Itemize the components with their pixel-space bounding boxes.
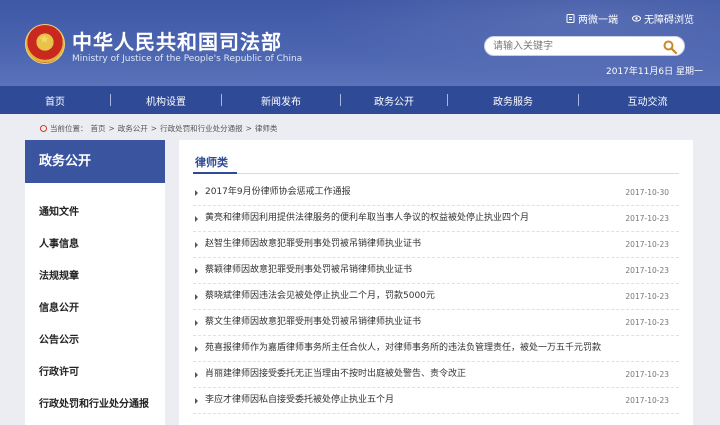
main-nav: 首页 机构设置 新闻发布 政务公开 政务服务 互动交流	[0, 86, 720, 114]
current-date: 2017年11月6日 星期一	[606, 67, 703, 77]
bullet-icon	[195, 190, 198, 196]
news-title[interactable]: 蔡颖律师因故意犯罪受刑事处罚被吊销律师执业证书	[193, 258, 679, 283]
bullet-icon	[195, 216, 198, 222]
mobile-link-label: 两微一端	[578, 14, 618, 26]
news-title[interactable]: 蔡晓斌律师因违法会见被处停止执业二个月，罚款5000元	[193, 284, 679, 309]
news-date: 2017-10-23	[625, 240, 669, 249]
breadcrumb: 当前位置： 首页 > 政务公开 > 行政处罚和行业处分通报 > 律师类	[40, 122, 277, 134]
sidebar-item-information[interactable]: 信息公开	[25, 293, 165, 325]
bullet-icon	[195, 268, 198, 274]
sidebar-item-regulations[interactable]: 法规规章	[25, 261, 165, 293]
bullet-icon	[195, 346, 198, 352]
news-date: 2017-10-30	[625, 188, 669, 197]
site-subtitle: Ministry of Justice of the People's Repu…	[72, 54, 303, 64]
list-item[interactable]: 苑喜报律师作为嘉盾律师事务所主任合伙人，对律师事务所的违法负管理责任，被处一万五…	[193, 336, 679, 362]
eye-icon	[632, 14, 641, 22]
breadcrumb-separator: >	[150, 123, 158, 133]
news-title[interactable]: 苑喜报律师作为嘉盾律师事务所主任合伙人，对律师事务所的违法负管理责任，被处一万五…	[193, 336, 679, 361]
sidebar-title: 政务公开	[25, 140, 165, 183]
nav-services[interactable]: 政务服务	[448, 93, 578, 108]
sidebar-item-announcements[interactable]: 公告公示	[25, 325, 165, 357]
section-title: 律师类	[195, 156, 228, 169]
search-input[interactable]	[493, 38, 653, 54]
news-title[interactable]: 肖丽建律师因接受委托无正当理由不按时出庭被处警告、责令改正	[193, 362, 679, 387]
breadcrumb-government-affairs[interactable]: 政务公开	[118, 123, 148, 134]
nav-organization[interactable]: 机构设置	[111, 93, 221, 108]
sidebar-item-licensing[interactable]: 行政许可	[25, 357, 165, 389]
list-item[interactable]: 2017年9月份律师协会惩戒工作通报 2017-10-30	[193, 180, 679, 206]
list-item[interactable]: 蔡晓斌律师因违法会见被处停止执业二个月，罚款5000元 2017-10-23	[193, 284, 679, 310]
section-divider-accent	[193, 172, 237, 174]
accessibility-link-label: 无障碍浏览	[644, 14, 694, 26]
nav-news[interactable]: 新闻发布	[222, 93, 340, 108]
site-header: ★ 中华人民共和国司法部 Ministry of Justice of the …	[0, 0, 720, 86]
bullet-icon	[195, 294, 198, 300]
news-title[interactable]: 李应才律师因私自接受委托被处停止执业五个月	[193, 388, 679, 413]
breadcrumb-home[interactable]: 首页	[91, 123, 106, 134]
breadcrumb-penalty-notices[interactable]: 行政处罚和行业处分通报	[160, 123, 243, 134]
news-title[interactable]: 黄亮和律师因利用提供法律服务的便利牟取当事人争议的权益被处停止执业四个月	[193, 206, 679, 231]
breadcrumb-lawyers[interactable]: 律师类	[255, 123, 278, 134]
news-date: 2017-10-23	[625, 370, 669, 379]
content-panel: 律师类 2017年9月份律师协会惩戒工作通报 2017-10-30 黄亮和律师因利…	[179, 140, 693, 425]
news-date: 2017-10-23	[625, 214, 669, 223]
section-divider	[193, 173, 679, 174]
list-item[interactable]: 李应才律师因私自接受委托被处停止执业五个月 2017-10-23	[193, 388, 679, 414]
accessibility-link[interactable]: 无障碍浏览	[632, 11, 694, 26]
bullet-icon	[195, 320, 198, 326]
sidebar-menu: 通知文件 人事信息 法规规章 信息公开 公告公示 行政许可 行政处罚和行业处分通…	[25, 183, 165, 421]
list-item[interactable]: 赵智生律师因故意犯罪受刑事处罚被吊销律师执业证书 2017-10-23	[193, 232, 679, 258]
list-item[interactable]: 蔡文生律师因故意犯罪受刑事处罚被吊销律师执业证书 2017-10-23	[193, 310, 679, 336]
top-links: 两微一端 无障碍浏览	[566, 11, 694, 26]
sidebar-item-penalties[interactable]: 行政处罚和行业处分通报	[25, 389, 165, 421]
news-list: 2017年9月份律师协会惩戒工作通报 2017-10-30 黄亮和律师因利用提供法…	[193, 180, 679, 414]
news-date: 2017-10-23	[625, 318, 669, 327]
news-title[interactable]: 2017年9月份律师协会惩戒工作通报	[193, 180, 679, 205]
bullet-icon	[195, 242, 198, 248]
search-box	[484, 36, 685, 56]
nav-interaction[interactable]: 互动交流	[579, 93, 716, 108]
breadcrumb-prefix: 当前位置：	[50, 123, 88, 133]
news-title[interactable]: 蔡文生律师因故意犯罪受刑事处罚被吊销律师执业证书	[193, 310, 679, 335]
mobile-icon	[566, 13, 575, 23]
nav-government-affairs[interactable]: 政务公开	[341, 93, 447, 108]
list-item[interactable]: 蔡颖律师因故意犯罪受刑事处罚被吊销律师执业证书 2017-10-23	[193, 258, 679, 284]
mobile-link[interactable]: 两微一端	[566, 11, 618, 26]
magnifier-icon[interactable]	[662, 39, 678, 55]
list-item[interactable]: 黄亮和律师因利用提供法律服务的便利牟取当事人争议的权益被处停止执业四个月 2017…	[193, 206, 679, 232]
news-date: 2017-10-23	[625, 292, 669, 301]
sidebar-item-notices[interactable]: 通知文件	[25, 197, 165, 229]
bullet-icon	[195, 398, 198, 404]
list-item[interactable]: 肖丽建律师因接受委托无正当理由不按时出庭被处警告、责令改正 2017-10-23	[193, 362, 679, 388]
nav-home[interactable]: 首页	[0, 93, 110, 108]
news-date: 2017-10-23	[625, 266, 669, 275]
location-pin-icon	[40, 124, 47, 132]
site-title[interactable]: 中华人民共和国司法部	[72, 26, 282, 55]
national-emblem-icon[interactable]: ★	[25, 24, 65, 64]
bullet-icon	[195, 372, 198, 378]
breadcrumb-separator: >	[245, 123, 252, 133]
breadcrumb-separator: >	[108, 123, 115, 133]
news-title[interactable]: 赵智生律师因故意犯罪受刑事处罚被吊销律师执业证书	[193, 232, 679, 257]
sidebar-item-personnel[interactable]: 人事信息	[25, 229, 165, 261]
sidebar: 政务公开 通知文件 人事信息 法规规章 信息公开 公告公示 行政许可 行政处罚和…	[25, 140, 165, 425]
news-date: 2017-10-23	[625, 396, 669, 405]
